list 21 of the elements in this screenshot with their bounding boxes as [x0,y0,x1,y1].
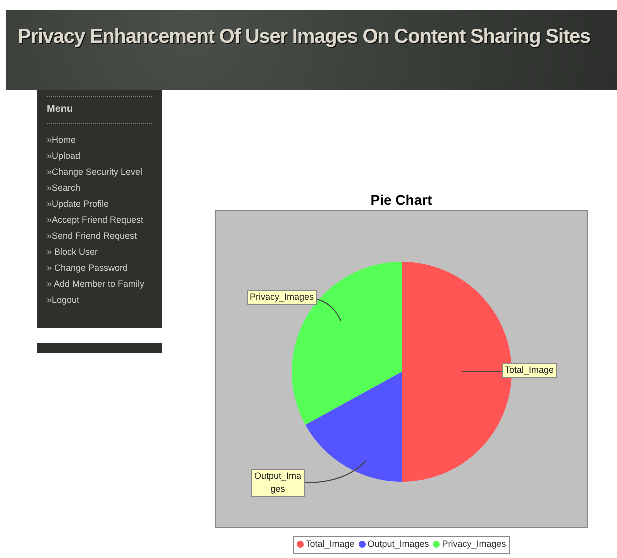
legend-label: Total_Image [306,538,355,551]
menu-link[interactable]: » Block User [47,246,98,259]
slice-label: Output_Images [251,469,305,497]
menu-link[interactable]: »Update Profile [47,198,110,211]
menu-link[interactable]: »Accept Friend Request [47,214,144,227]
menu-link[interactable]: »Search [47,182,81,195]
slice-label: Total_Image [502,363,558,378]
menu-link[interactable]: » Change Password [47,262,128,275]
menu-link[interactable]: »Send Friend Request [47,230,138,243]
slice-label: Privacy_Images [247,290,318,305]
chart-title: Pie Chart [370,191,432,210]
site-title: Privacy Enhancement Of User Images On Content Sharing Sites [18,25,591,50]
menu-link[interactable]: »Upload [47,150,81,163]
menu-link[interactable]: »Logout [47,294,80,307]
menu-link[interactable]: »Change Security Level [47,166,143,179]
menu-link[interactable]: »Home [47,134,76,147]
legend-label: Output_Images [368,538,430,551]
menu-title: Menu [47,103,74,117]
menu-link[interactable]: » Add Member to Family [47,278,145,291]
legend-label: Privacy_Images [442,538,506,551]
leader-line [304,460,366,484]
